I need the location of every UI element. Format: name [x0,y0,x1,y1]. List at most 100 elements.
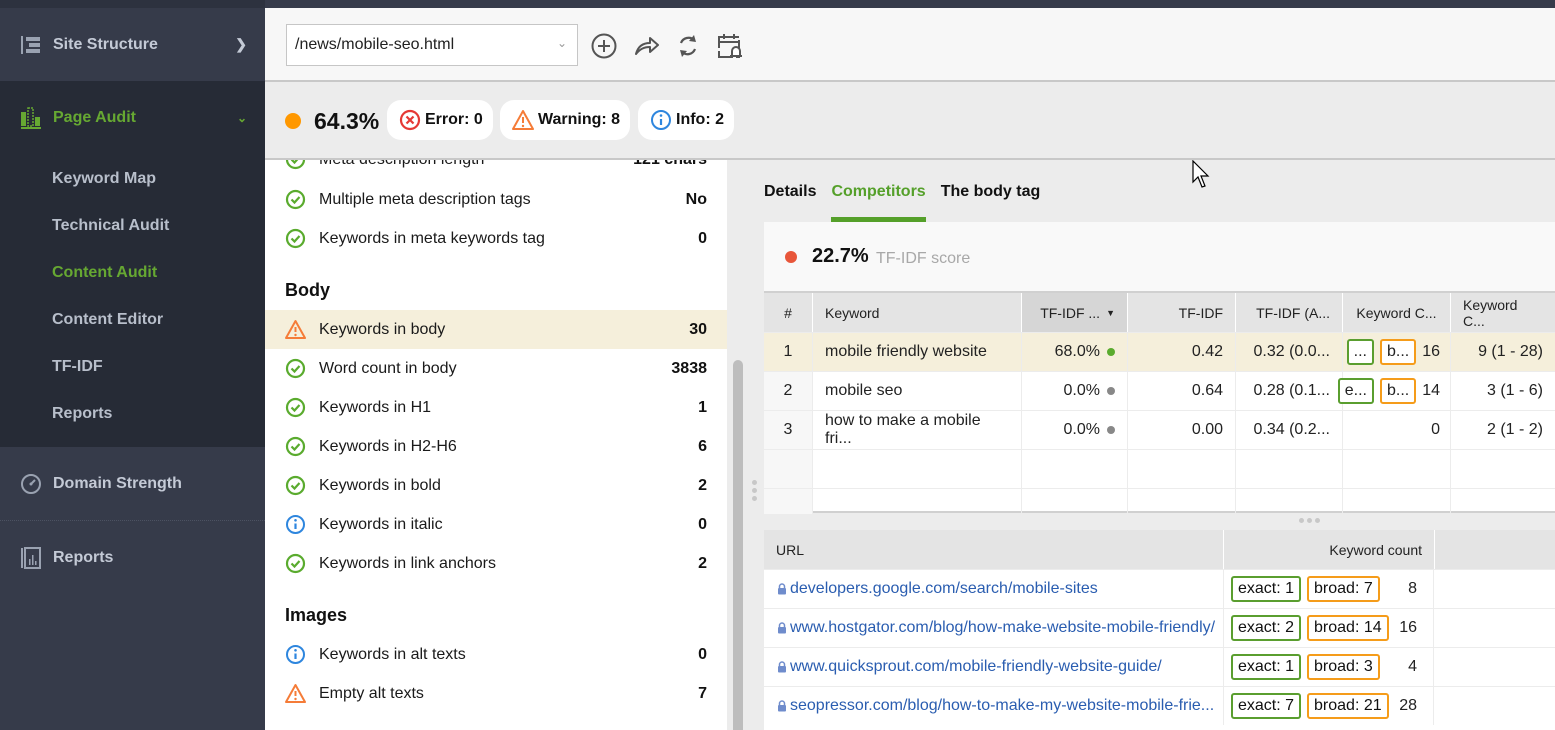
share-icon[interactable] [633,32,661,60]
col-header-tfidf[interactable]: TF-IDF [1127,293,1235,332]
factor-label: Keywords in bold [319,476,441,494]
broad-match-tag[interactable]: broad: 3 [1307,654,1380,680]
factor-row[interactable]: Empty alt texts 7 [265,674,727,713]
exact-match-tag[interactable]: exact: 1 [1231,576,1302,602]
factor-row[interactable]: Keywords in H1 1 [265,388,727,427]
exact-match-tag[interactable]: e... [1337,378,1374,404]
factor-row[interactable]: Meta description length 121 chars [265,160,727,179]
refresh-icon[interactable] [674,32,702,60]
left-panel-scrollbar-thumb[interactable] [733,360,743,730]
sidebar-subitem-content-editor[interactable]: Content Editor [0,296,265,343]
exact-match-tag[interactable]: ... [1346,339,1374,365]
url-table-header: URL Keyword count [764,530,1555,569]
error-filter-pill[interactable]: Error: 0 [387,100,493,140]
sidebar-item-reports[interactable]: Reports [0,521,265,594]
tfidf-score-cell: 0.0% [1021,372,1127,410]
keyword-count-total: 14 [1422,382,1440,399]
sidebar-subitem-keyword-map[interactable]: Keyword Map [0,155,265,202]
factor-row[interactable]: Keywords in meta keywords tag 0 [265,219,727,258]
keyword-text: how to make a mobile fri... [812,411,1021,449]
mouse-cursor-icon [1192,160,1210,188]
page-audit-icon [20,106,42,129]
factor-row[interactable]: Keywords in link anchors 2 [265,544,727,583]
tab-body-tag[interactable]: The body tag [941,183,1041,222]
sidebar-subitem-tf-idf[interactable]: TF-IDF [0,343,265,390]
lock-icon [778,700,786,712]
warning-filter-pill[interactable]: Warning: 8 [500,100,631,140]
keyword-count-cell: ... b... 16 [1342,333,1450,371]
reports-icon [20,546,42,569]
schedule-alert-icon[interactable] [716,32,744,60]
factor-row[interactable]: Keywords in italic 0 [265,505,727,544]
factor-row[interactable]: Word count in body 3838 [265,349,727,388]
url-keyword-total: 4 [1408,658,1417,675]
keyword-row[interactable]: 1 mobile friendly website 68.0% 0.42 0.32 (0… [764,332,1555,371]
audit-status-bar: 64.3% Error: 0 Warning: 8 Info: 2 [265,82,1555,160]
horizontal-splitter-handle[interactable] [1299,518,1323,523]
tfidf-avg-value: 0.32 (0.0... [1235,333,1342,371]
competitor-url-link[interactable]: developers.google.com/search/mobile-site… [777,570,1098,608]
error-count: Error: 0 [425,111,483,128]
col-header-keyword[interactable]: Keyword [812,293,1021,332]
lock-icon [778,583,786,595]
competitor-url-link[interactable]: www.hostgator.com/blog/how-make-website-… [777,609,1215,647]
col-header-url-keyword-count[interactable]: Keyword count [1223,530,1434,569]
keyword-row[interactable]: 3 how to make a mobile fri... 0.0% 0.00 0.34… [764,410,1555,449]
factor-value: 1 [698,398,707,416]
tab-competitors[interactable]: Competitors [831,183,926,222]
factor-value: 7 [698,684,707,702]
url-keyword-total: 8 [1408,580,1417,597]
col-header-tfidf-score[interactable]: TF-IDF ... ▼ [1021,293,1127,332]
sidebar-subitem-reports[interactable]: Reports [0,390,265,437]
status-dot [1107,348,1115,356]
factor-row[interactable]: Multiple meta description tags No [265,180,727,219]
sidebar-subitem-technical-audit[interactable]: Technical Audit [0,202,265,249]
factor-row[interactable]: Keywords in body 30 [265,310,727,349]
col-header-tfidf-avg[interactable]: TF-IDF (A... [1235,293,1342,332]
factor-row[interactable]: Keywords in H2-H6 6 [265,427,727,466]
competitor-keyword-count: 3 (1 - 6) [1450,372,1555,410]
exact-match-tag[interactable]: exact: 2 [1231,615,1302,641]
factor-row[interactable]: Keywords in bold 2 [265,466,727,505]
exact-match-tag[interactable]: exact: 1 [1231,654,1302,680]
vertical-splitter-handle[interactable] [752,480,758,504]
check-ok-icon [285,189,306,210]
col-header-keyword-count[interactable]: Keyword C... [1342,293,1450,332]
broad-match-tag[interactable]: broad: 14 [1307,615,1389,641]
broad-match-tag[interactable]: b... [1379,378,1417,404]
gauge-icon [20,473,42,495]
page-url-select[interactable]: /news/mobile-seo.html ⌄ [286,24,578,66]
check-ok-icon [285,475,306,496]
exact-match-tag[interactable]: exact: 7 [1231,693,1302,719]
add-circle-icon[interactable] [590,32,618,60]
broad-match-tag[interactable]: broad: 21 [1307,693,1389,719]
info-filter-pill[interactable]: Info: 2 [638,100,734,140]
broad-match-tag[interactable]: b... [1379,339,1417,365]
factor-value: 0 [698,515,707,533]
sidebar-item-site-structure[interactable]: Site Structure ❯ [0,8,265,81]
competitor-url-link[interactable]: www.quicksprout.com/mobile-friendly-webs… [777,648,1162,686]
tfidf-score-value: 68.0% [1054,343,1100,360]
keyword-row[interactable]: 2 mobile seo 0.0% 0.64 0.28 (0.1... e... b... 1… [764,371,1555,410]
sidebar-item-domain-strength[interactable]: Domain Strength [0,447,265,520]
warning-icon [512,110,534,130]
tab-details[interactable]: Details [764,183,816,222]
sidebar-item-page-audit[interactable]: Page Audit ⌄ [0,81,265,154]
warning-count: Warning: 8 [538,111,621,128]
competitor-url-row: www.hostgator.com/blog/how-make-website-… [764,608,1555,647]
broad-match-tag[interactable]: broad: 7 [1307,576,1380,602]
sidebar-subitem-content-audit[interactable]: Content Audit [0,249,265,296]
factor-value: 6 [698,437,707,455]
tfidf-indicator-dot [785,251,797,263]
col-header-keyword-count-comp[interactable]: Keyword C... [1450,293,1555,332]
competitor-url-link[interactable]: seopressor.com/blog/how-to-make-my-websi… [777,687,1214,725]
col-header-number[interactable]: # [764,293,812,332]
factor-value: 2 [698,554,707,572]
info-icon [651,110,671,130]
factor-row[interactable]: Keywords in alt texts 0 [265,635,727,674]
col-header-url[interactable]: URL [764,530,1223,569]
check-ok-icon [285,436,306,457]
tfidf-score-cell: 0.0% [1021,411,1127,449]
competitor-url-row: seopressor.com/blog/how-to-make-my-websi… [764,686,1555,725]
warning-icon [285,320,306,339]
